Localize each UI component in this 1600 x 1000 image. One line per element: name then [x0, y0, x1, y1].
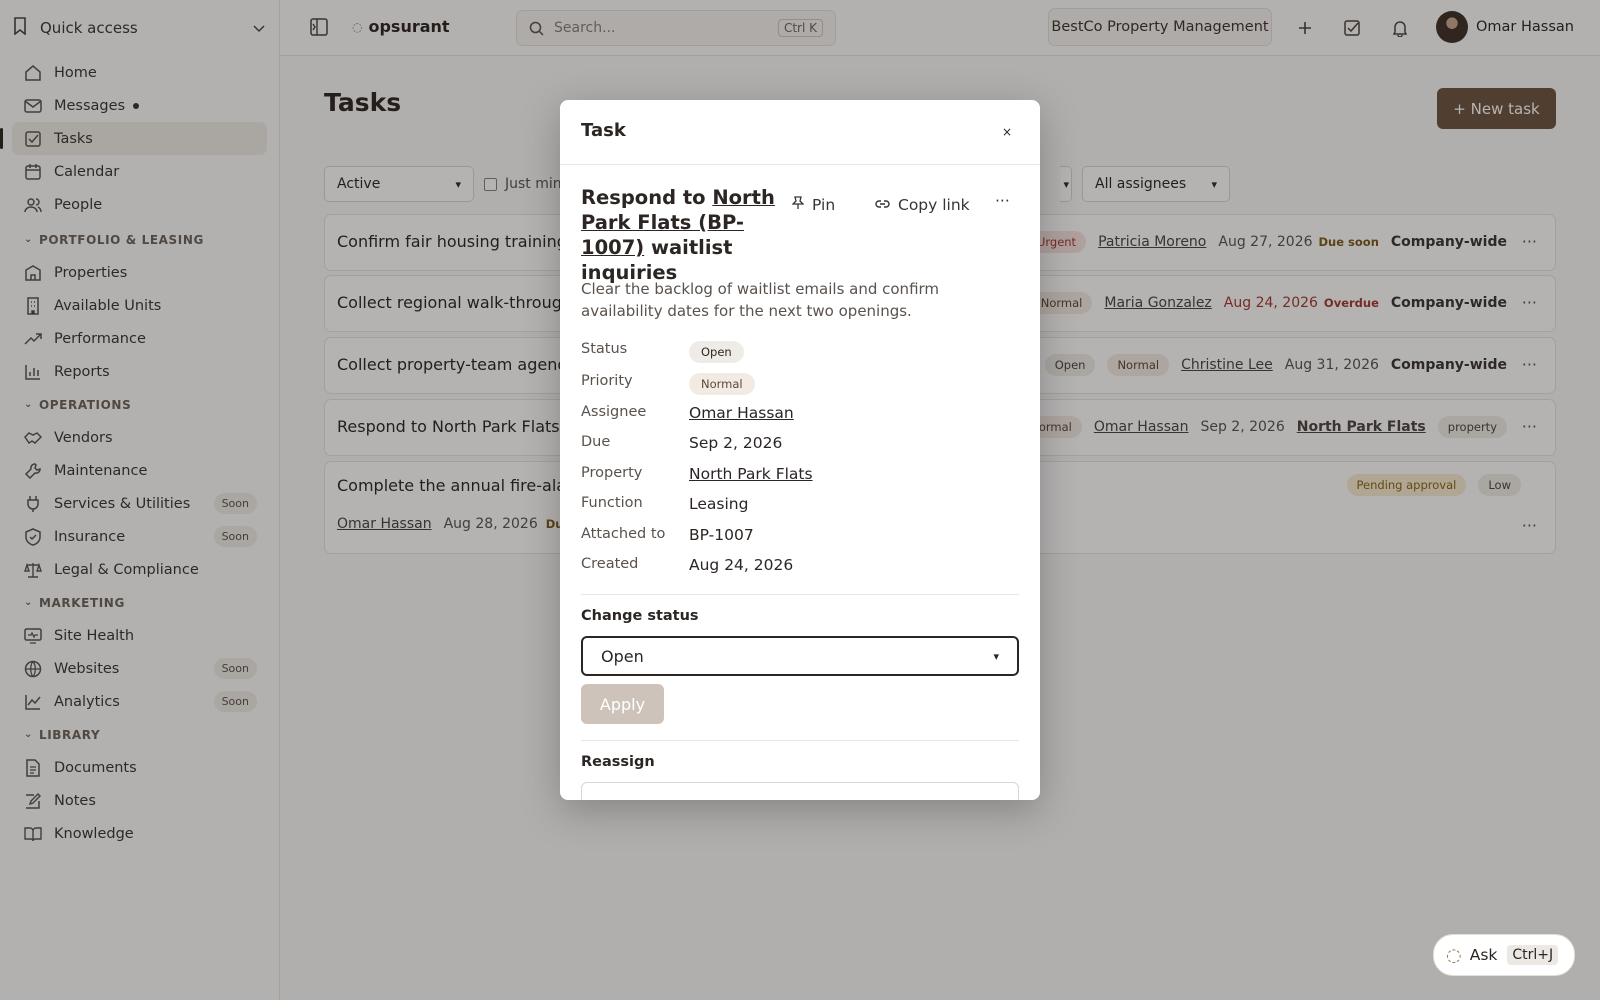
- dialog-header: Task ×: [560, 100, 1040, 165]
- close-icon[interactable]: ×: [1002, 125, 1012, 139]
- priority-badge: Normal: [689, 373, 755, 395]
- more-icon[interactable]: ···: [995, 192, 1010, 210]
- ask-assistant-button[interactable]: ◌ Ask Ctrl+J: [1433, 934, 1575, 976]
- ask-shortcut: Ctrl+J: [1507, 945, 1559, 965]
- assignee-link[interactable]: Omar Hassan: [689, 404, 794, 422]
- change-status-label: Change status: [581, 608, 699, 624]
- change-status-select[interactable]: Open ▾: [581, 636, 1019, 676]
- property-link[interactable]: North Park Flats: [689, 465, 813, 483]
- property-label: Property: [581, 465, 643, 481]
- created-value: Aug 24, 2026: [689, 556, 794, 574]
- created-label: Created: [581, 556, 639, 572]
- task-dialog: Task × Respond to North Park Flats (BP-1…: [560, 100, 1040, 800]
- spark-icon: ◌: [1446, 944, 1462, 966]
- assignee-label: Assignee: [581, 404, 647, 420]
- reassign-select[interactable]: Omar Hassan: [581, 782, 1019, 800]
- pin-label: Pin: [812, 196, 836, 214]
- attached-value: BP-1007: [689, 526, 754, 544]
- due-label: Due: [581, 434, 611, 450]
- task-heading-prefix: Respond to: [581, 186, 713, 209]
- copy-link-label: Copy link: [898, 196, 970, 214]
- function-label: Function: [581, 495, 643, 511]
- status-label: Status: [581, 341, 628, 357]
- link-icon: [875, 198, 890, 213]
- change-status-value: Open: [601, 646, 644, 666]
- reassign-label: Reassign: [581, 754, 655, 770]
- attached-label: Attached to: [581, 526, 666, 542]
- status-badge: Open: [689, 341, 744, 363]
- due-value: Sep 2, 2026: [689, 434, 783, 452]
- pin-button[interactable]: Pin: [791, 196, 836, 214]
- divider: [581, 594, 1019, 595]
- pin-icon: [791, 196, 805, 214]
- function-value: Leasing: [689, 495, 749, 513]
- task-description: Clear the backlog of waitlist emails and…: [581, 280, 940, 320]
- task-heading: Respond to North Park Flats (BP-1007) wa…: [581, 185, 777, 285]
- divider: [581, 740, 1019, 741]
- priority-label: Priority: [581, 373, 633, 389]
- dialog-title: Task: [581, 120, 626, 141]
- apply-button[interactable]: Apply: [581, 684, 664, 724]
- copy-link-button[interactable]: Copy link: [875, 196, 970, 214]
- chevron-down-icon: ▾: [993, 649, 999, 663]
- ask-label: Ask: [1469, 946, 1498, 964]
